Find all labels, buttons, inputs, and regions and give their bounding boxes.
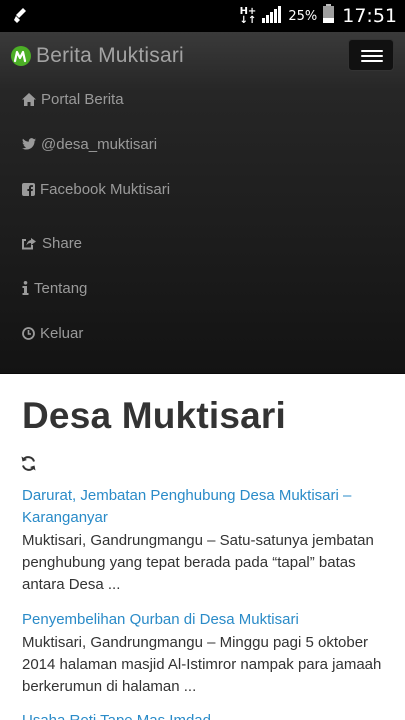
menu-item-label: Tentang — [34, 279, 88, 297]
clock-icon — [22, 326, 35, 340]
info-icon — [22, 281, 29, 295]
facebook-icon — [22, 182, 35, 196]
article-item: Darurat, Jembatan Penghubung Desa Muktis… — [22, 485, 384, 596]
page-title: Desa Muktisari — [22, 395, 286, 436]
main-content: Desa Muktisari Darurat, Jembatan Penghub… — [0, 375, 405, 720]
menu-item-portal-berita[interactable]: Portal Berita — [22, 87, 124, 111]
article-title-link[interactable]: Penyembelihan Qurban di Desa Muktisari — [22, 609, 384, 631]
twitter-icon — [22, 138, 36, 150]
battery-icon — [323, 4, 335, 28]
menu-item-label: Facebook Muktisari — [40, 180, 171, 198]
article-title-link[interactable]: Darurat, Jembatan Penghubung Desa Muktis… — [22, 485, 384, 529]
menu-item-twitter[interactable]: @desa_muktisari — [22, 132, 157, 156]
navbar: Berita Muktisari Portal Berita @desa_muk… — [0, 32, 405, 374]
article-item: Penyembelihan Qurban di Desa Muktisari M… — [22, 609, 384, 698]
battery-percent: 25% — [288, 8, 318, 24]
article-item: Usaha Roti Tape Mas Imdad — [22, 710, 384, 720]
menu-toggle-button[interactable] — [348, 39, 394, 71]
menu-item-keluar[interactable]: Keluar — [22, 321, 83, 345]
brand-title: Berita Muktisari — [36, 44, 184, 67]
share-icon — [22, 237, 36, 249]
brand-link[interactable]: Berita Muktisari — [10, 42, 184, 70]
menu-item-tentang[interactable]: Tentang — [22, 276, 87, 300]
article-title-link[interactable]: Usaha Roti Tape Mas Imdad — [22, 710, 384, 720]
hamburger-bar — [361, 50, 383, 52]
menu-item-label: @desa_muktisari — [41, 135, 158, 153]
hamburger-bar — [361, 60, 383, 62]
usb-debug-icon — [14, 7, 28, 29]
brand-logo-icon — [11, 46, 31, 66]
menu-item-label: Portal Berita — [41, 90, 124, 108]
menu-item-label: Share — [42, 234, 83, 252]
network-type: H+ ↓↑ — [239, 7, 257, 26]
signal-icon — [262, 5, 282, 28]
home-icon — [22, 92, 36, 106]
menu-item-label: Keluar — [40, 324, 84, 342]
data-arrows-icon: ↓↑ — [239, 15, 257, 26]
refresh-icon[interactable] — [20, 455, 37, 477]
hamburger-bar — [361, 55, 383, 57]
article-excerpt: Muktisari, Gandrungmangu – Satu-satunya … — [22, 532, 374, 593]
article-excerpt: Muktisari, Gandrungmangu – Minggu pagi 5… — [22, 634, 382, 695]
status-bar: H+ ↓↑ 25% 17:51 — [0, 0, 405, 32]
menu-item-share[interactable]: Share — [22, 231, 82, 255]
menu-item-facebook[interactable]: Facebook Muktisari — [22, 177, 170, 201]
clock: 17:51 — [342, 5, 397, 27]
